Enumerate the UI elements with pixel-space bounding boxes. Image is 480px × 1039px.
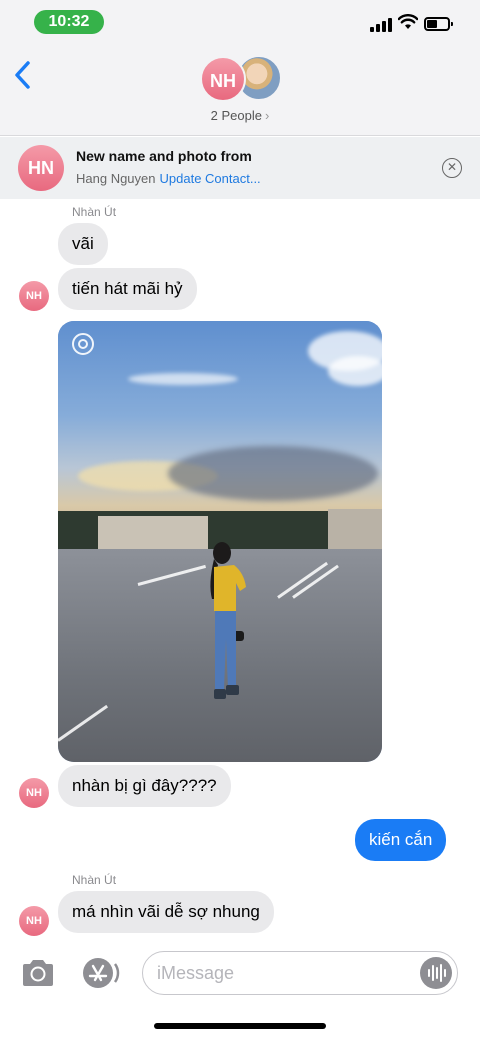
- message-input[interactable]: [157, 960, 407, 986]
- conversation-header: 10:32 NH 2 People ›: [0, 0, 480, 136]
- sender-name: Nhàn Út: [72, 873, 117, 887]
- back-chevron-icon[interactable]: [12, 60, 34, 90]
- chevron-right-icon: ›: [264, 108, 270, 123]
- message-bubble[interactable]: vãi: [58, 223, 108, 265]
- sender-avatar[interactable]: NH: [19, 281, 49, 311]
- app-store-icon[interactable]: [81, 956, 121, 990]
- cellular-signal-icon: [370, 18, 392, 32]
- people-count-label: 2 People: [210, 108, 262, 123]
- sender-name: Nhàn Út: [72, 205, 117, 219]
- photo-attachment[interactable]: [58, 321, 382, 762]
- photo-building: [98, 516, 208, 551]
- sender-avatar[interactable]: NH: [19, 906, 49, 936]
- photo-cloud: [168, 446, 378, 501]
- message-bubble[interactable]: tiến hát mãi hỷ: [58, 268, 197, 310]
- message-bubble[interactable]: má nhìn vãi dễ sợ nhung: [58, 891, 274, 933]
- banner-title: New name and photo from: [76, 148, 252, 164]
- photo-person: [210, 542, 246, 699]
- wifi-icon: [398, 14, 418, 29]
- audio-waveform-icon[interactable]: [420, 957, 452, 989]
- sent-message-bubble[interactable]: kiến cắn: [355, 819, 447, 861]
- group-avatar-initials[interactable]: NH: [200, 56, 246, 102]
- message-bubble[interactable]: nhàn bị gì đây????: [58, 765, 231, 807]
- banner-subtitle: Hang Nguyen Update Contact...: [76, 171, 261, 186]
- close-banner-icon[interactable]: ✕: [442, 158, 462, 178]
- camera-icon[interactable]: [20, 958, 56, 988]
- status-time: 10:32: [34, 10, 104, 34]
- contact-avatar: HN: [18, 145, 64, 191]
- imessage-field[interactable]: [142, 951, 458, 995]
- contact-update-banner[interactable]: HN New name and photo from Hang Nguyen Up…: [0, 137, 480, 199]
- people-details-link[interactable]: 2 People ›: [0, 108, 480, 123]
- banner-contact-name: Hang Nguyen: [76, 171, 156, 186]
- home-indicator[interactable]: [154, 1023, 326, 1029]
- sender-avatar[interactable]: NH: [19, 778, 49, 808]
- update-contact-link[interactable]: Update Contact...: [160, 171, 261, 186]
- live-photo-icon[interactable]: [72, 333, 94, 355]
- photo-building: [328, 509, 382, 551]
- battery-icon: [424, 17, 453, 31]
- photo-cloud: [128, 373, 238, 385]
- photo-cloud: [328, 356, 382, 386]
